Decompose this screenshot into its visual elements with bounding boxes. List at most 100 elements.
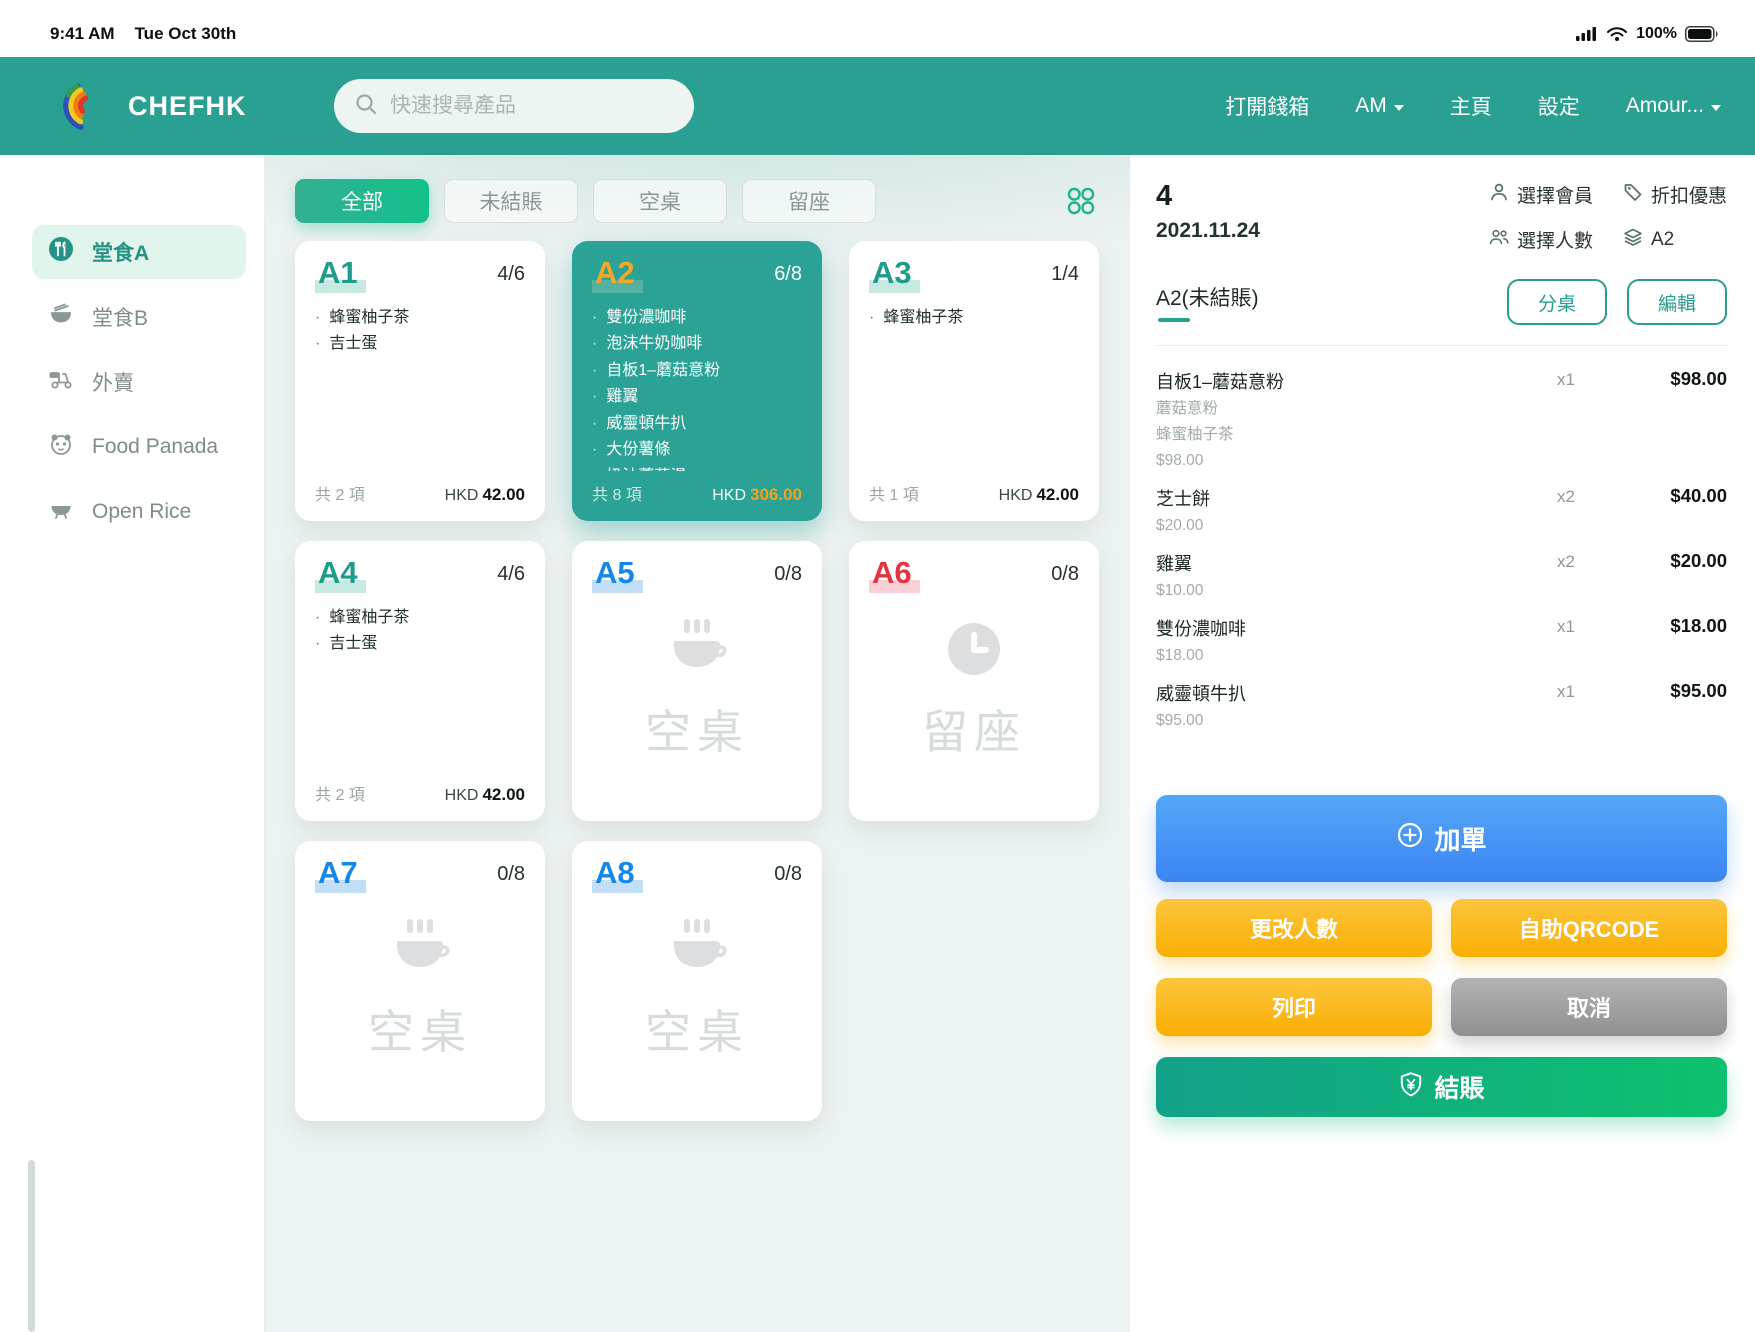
brand-swoosh-icon <box>56 73 118 140</box>
checkout-button[interactable]: 結賬 <box>1156 1057 1727 1117</box>
table-id: A7 <box>315 857 366 893</box>
table-card-a5[interactable]: A5 0/8 空桌 <box>572 541 822 821</box>
layout-grid-icon[interactable] <box>1066 186 1096 216</box>
empty-table-label: 空桌 <box>645 696 749 762</box>
table-id: A5 <box>592 557 643 593</box>
sidebar-item-label: Food Panada <box>92 435 218 459</box>
utensils-circle-icon <box>48 236 74 268</box>
select-people-link[interactable]: 選擇人數 <box>1489 226 1593 253</box>
table-card-a6[interactable]: A6 0/8 留座 <box>849 541 1099 821</box>
table-occupancy: 6/8 <box>774 263 802 286</box>
shield-yen-icon <box>1398 1071 1424 1104</box>
table-card-a7[interactable]: A7 0/8 空桌 <box>295 841 545 1121</box>
nav-home[interactable]: 主頁 <box>1450 91 1492 121</box>
item-price: $20.00 <box>1627 550 1727 572</box>
table-id: A4 <box>315 557 366 593</box>
search-input[interactable] <box>390 94 674 118</box>
current-table-label: A2(未結賬) <box>1156 282 1259 322</box>
sidebar-item-takeaway[interactable]: 外賣 <box>32 355 246 409</box>
nav-open-cash-drawer[interactable]: 打開錢箱 <box>1225 91 1309 121</box>
table-id: A2 <box>592 257 643 293</box>
item-name: 自板1–蘑菇意粉 <box>1156 368 1557 394</box>
nav-am-dropdown[interactable]: AM <box>1355 94 1404 118</box>
order-preview-item: 吉士蛋 <box>315 631 525 658</box>
table-card-a4[interactable]: A4 4/6 蜂蜜柚子茶 吉士蛋 共 2 項 HKD42.00 <box>295 541 545 821</box>
sidebar-item-dine-in-a[interactable]: 堂食A <box>32 225 246 279</box>
status-bar: 9:41 AM Tue Oct 30th 100% <box>0 0 1755 57</box>
select-member-link[interactable]: 選擇會員 <box>1489 181 1593 208</box>
order-item-row[interactable]: 雞翼 $10.00 x2 $20.00 <box>1156 550 1727 602</box>
add-order-button[interactable]: 加單 <box>1156 795 1727 882</box>
table-order-preview: 雙份濃咖啡 泡沫牛奶咖啡 自板1–蘑菇意粉 雞翼 威靈頓牛扒 大份薯條 奶汁蘑菇… <box>572 299 822 471</box>
sidebar-item-dine-in-b[interactable]: 堂食B <box>32 290 246 344</box>
table-occupancy: 0/8 <box>774 563 802 586</box>
table-card-a8[interactable]: A8 0/8 空桌 <box>572 841 822 1121</box>
item-unit-price: $10.00 <box>1156 579 1557 602</box>
order-quick-links: 選擇會員 折扣優惠 選擇人數 A2 <box>1489 181 1727 253</box>
nav-user-dropdown[interactable]: Amour... <box>1626 94 1721 118</box>
table-order-preview: 蜂蜜柚子茶 吉士蛋 <box>295 299 545 358</box>
discount-link[interactable]: 折扣優惠 <box>1623 181 1727 208</box>
nav-settings[interactable]: 設定 <box>1538 91 1580 121</box>
discount-tag-icon <box>1623 182 1643 208</box>
table-card-a1[interactable]: A1 4/6 蜂蜜柚子茶 吉士蛋 共 2 項 HKD42.00 <box>295 241 545 521</box>
edit-order-button[interactable]: 編輯 <box>1627 279 1727 325</box>
sidebar-scrollbar[interactable] <box>28 1160 35 1332</box>
table-occupancy: 4/6 <box>497 263 525 286</box>
order-item-list: 自板1–蘑菇意粉 蘑菇意粉 蜂蜜柚子茶 $98.00 x1 $98.00 芝士餅… <box>1156 346 1727 795</box>
plus-circle-icon <box>1396 821 1424 856</box>
order-preview-item: 雙份濃咖啡 <box>592 305 802 332</box>
sidebar-item-open-rice[interactable]: Open Rice <box>32 485 246 539</box>
delivery-scooter-icon <box>48 366 74 398</box>
order-number: 4 <box>1156 181 1260 213</box>
tab-empty[interactable]: 空桌 <box>593 179 727 223</box>
print-button[interactable]: 列印 <box>1156 978 1432 1036</box>
tab-unpaid[interactable]: 未結賬 <box>444 179 578 223</box>
order-item-row[interactable]: 自板1–蘑菇意粉 蘑菇意粉 蜂蜜柚子茶 $98.00 x1 $98.00 <box>1156 368 1727 472</box>
battery-percent: 100% <box>1636 25 1677 43</box>
chevron-down-icon <box>1394 105 1404 111</box>
change-people-button[interactable]: 更改人數 <box>1156 899 1432 957</box>
wifi-icon <box>1606 26 1628 42</box>
table-card-a2-selected[interactable]: A2 6/8 雙份濃咖啡 泡沫牛奶咖啡 自板1–蘑菇意粉 雞翼 威靈頓牛扒 大份… <box>572 241 822 521</box>
order-item-row[interactable]: 雙份濃咖啡 $18.00 x1 $18.00 <box>1156 615 1727 667</box>
header-nav: 打開錢箱 AM 主頁 設定 Amour... <box>1225 91 1721 121</box>
self-qrcode-button[interactable]: 自助QRCODE <box>1451 899 1727 957</box>
order-item-row[interactable]: 威靈頓牛扒 $95.00 x1 $95.00 <box>1156 680 1727 732</box>
table-id: A1 <box>315 257 366 293</box>
clock-icon <box>942 617 1006 686</box>
item-name: 雙份濃咖啡 <box>1156 615 1557 641</box>
item-unit-price: $18.00 <box>1156 644 1557 667</box>
coffee-cup-icon <box>383 917 457 986</box>
table-card-a3[interactable]: A3 1/4 蜂蜜柚子茶 共 1 項 HKD42.00 <box>849 241 1099 521</box>
split-table-button[interactable]: 分桌 <box>1507 279 1607 325</box>
tab-reserved[interactable]: 留座 <box>742 179 876 223</box>
tab-all[interactable]: 全部 <box>295 179 429 223</box>
item-price: $40.00 <box>1627 485 1727 507</box>
table-occupancy: 0/8 <box>774 863 802 886</box>
cancel-button[interactable]: 取消 <box>1451 978 1727 1036</box>
order-item-row[interactable]: 芝士餅 $20.00 x2 $40.00 <box>1156 485 1727 537</box>
item-qty: x1 <box>1557 370 1627 390</box>
table-total: HKD42.00 <box>445 485 525 505</box>
search-icon <box>354 92 378 121</box>
panda-icon <box>48 431 74 463</box>
battery-icon <box>1685 26 1719 42</box>
order-actions: 加單 更改人數 自助QRCODE 列印 取消 結賬 <box>1156 795 1727 1332</box>
item-unit-price: $95.00 <box>1156 709 1557 732</box>
sidebar-item-food-panada[interactable]: Food Panada <box>32 420 246 474</box>
product-search[interactable] <box>334 79 694 133</box>
brand-logo: CHEFHK <box>56 73 306 140</box>
table-order-preview: 蜂蜜柚子茶 吉士蛋 <box>295 599 545 658</box>
table-tag-link[interactable]: A2 <box>1623 226 1727 253</box>
table-total: HKD42.00 <box>999 485 1079 505</box>
table-item-count: 共 1 項 <box>869 481 919 505</box>
sidebar-item-label: 堂食B <box>92 302 148 332</box>
item-modifier: 蘑菇意粉 <box>1156 397 1557 420</box>
order-preview-item: 奶汁蘑菇湯 <box>592 464 802 471</box>
people-icon <box>1489 227 1509 253</box>
table-total: HKD306.00 <box>712 485 802 505</box>
noodle-bowl-icon <box>48 301 74 333</box>
table-item-count: 共 2 項 <box>315 481 365 505</box>
reserved-table-placeholder: 留座 <box>849 617 1099 762</box>
